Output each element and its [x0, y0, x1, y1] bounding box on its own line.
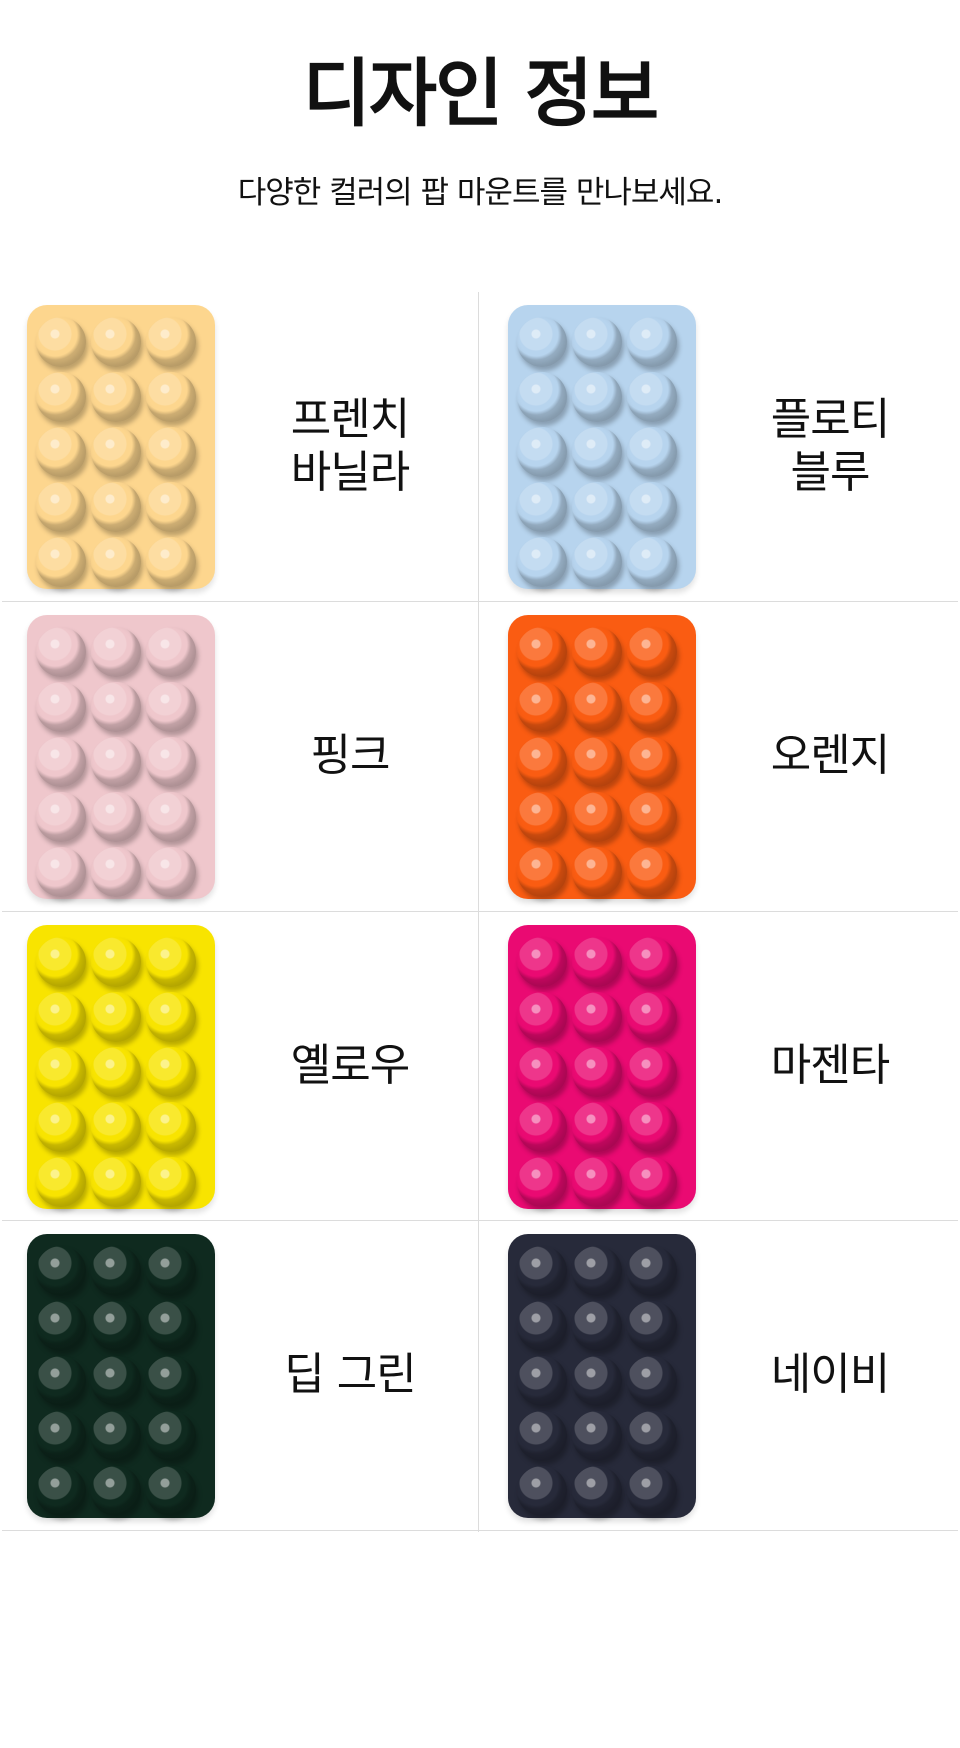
page-title: 디자인 정보 [302, 51, 659, 137]
suction-cup [517, 1047, 567, 1097]
suction-cup [517, 482, 567, 532]
suction-cup [627, 1157, 677, 1207]
suction-cup [627, 1102, 677, 1152]
suction-cup [572, 627, 622, 677]
suction-cup [572, 317, 622, 367]
page-subtitle: 다양한 컬러의 팝 마운트를 만나보세요. [237, 175, 724, 212]
suction-cup [517, 1102, 567, 1152]
suction-cup [517, 792, 567, 842]
suction-cup [627, 1411, 677, 1461]
suction-cup [627, 847, 677, 897]
suction-cup [627, 372, 677, 422]
suction-cup [517, 737, 567, 787]
mount-image [508, 615, 696, 899]
suction-cup [627, 537, 677, 587]
suction-cup [572, 682, 622, 732]
color-name: 네이비 [712, 1221, 948, 1530]
suction-cup [517, 1157, 567, 1207]
suction-cup [517, 537, 567, 587]
suction-cup [517, 992, 567, 1042]
suction-cup [517, 937, 567, 987]
color-name-line: 블루 [790, 446, 871, 498]
color-name: 오렌지 [712, 602, 948, 911]
suction-cup [517, 1356, 567, 1406]
suction-cup [572, 1157, 622, 1207]
suction-cup [627, 682, 677, 732]
color-option-floaty-blue: 플로티 블루 [2, 292, 890, 601]
suction-cup [572, 372, 622, 422]
color-grid: 프렌치 바닐라 플로티 블루 핑크 오렌지 옐로우 마젠타 딥 그린 네이비 [2, 292, 958, 1532]
suction-cup [572, 482, 622, 532]
suction-cup [572, 427, 622, 477]
color-name: 마젠타 [712, 912, 948, 1221]
suction-cup [627, 937, 677, 987]
suction-cup [572, 537, 622, 587]
grid-divider-horizontal [2, 1530, 958, 1531]
suction-cup [572, 992, 622, 1042]
suction-cup [627, 482, 677, 532]
suction-cup [627, 1301, 677, 1351]
suction-cup [517, 372, 567, 422]
suction-cup [517, 1466, 567, 1516]
suction-cup [517, 1301, 567, 1351]
suction-cup [627, 792, 677, 842]
suction-cup [627, 1466, 677, 1516]
suction-cup [517, 1411, 567, 1461]
suction-cup [572, 1466, 622, 1516]
suction-cup [517, 682, 567, 732]
color-option-navy: 네이비 [2, 1221, 890, 1530]
suction-cup [572, 737, 622, 787]
suction-cup [572, 937, 622, 987]
suction-cup [627, 1047, 677, 1097]
suction-cup [627, 317, 677, 367]
suction-cup [572, 1246, 622, 1296]
suction-cup [517, 847, 567, 897]
color-option-magenta: 마젠타 [2, 912, 890, 1221]
grid-divider-vertical [478, 292, 479, 1532]
suction-cup [572, 1047, 622, 1097]
suction-cup [627, 1356, 677, 1406]
suction-cup [627, 992, 677, 1042]
mount-image [508, 1234, 696, 1518]
color-name-line: 마젠타 [770, 1040, 890, 1092]
color-name: 플로티 블루 [712, 292, 948, 601]
color-name-line: 네이비 [770, 1349, 890, 1401]
suction-cup [627, 1246, 677, 1296]
color-option-orange: 오렌지 [2, 602, 890, 911]
color-name-line: 플로티 [770, 393, 890, 445]
suction-cup [572, 792, 622, 842]
suction-cup [572, 847, 622, 897]
header: 디자인 정보 다양한 컬러의 팝 마운트를 만나보세요. [0, 0, 960, 212]
suction-cup [572, 1411, 622, 1461]
suction-cup [627, 627, 677, 677]
suction-cup [572, 1102, 622, 1152]
suction-cup [517, 1246, 567, 1296]
suction-cup [517, 317, 567, 367]
mount-image [508, 925, 696, 1209]
mount-image [508, 305, 696, 589]
suction-cup [517, 427, 567, 477]
suction-cup [627, 427, 677, 477]
suction-cup [572, 1301, 622, 1351]
suction-cup [572, 1356, 622, 1406]
suction-cup [517, 627, 567, 677]
suction-cup [627, 737, 677, 787]
color-name-line: 오렌지 [770, 730, 890, 782]
